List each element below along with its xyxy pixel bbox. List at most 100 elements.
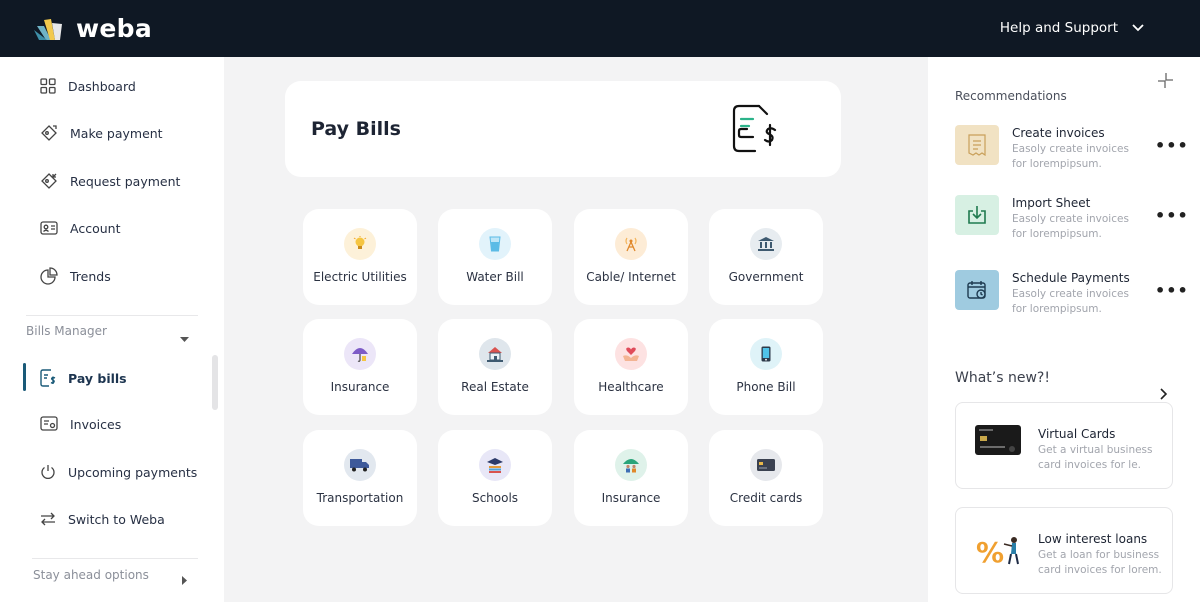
more-options-icon[interactable]: ••• <box>1155 136 1189 155</box>
brand-logo[interactable]: weba <box>34 14 152 43</box>
tile-label: Insurance <box>601 491 661 505</box>
stay-ahead-label[interactable]: Stay ahead options <box>33 568 149 582</box>
id-card-icon <box>40 220 58 236</box>
caret-right-icon[interactable] <box>182 570 188 589</box>
tile-insurance[interactable]: Insurance <box>303 319 417 415</box>
brand-name: weba <box>76 14 153 43</box>
recommendation-desc: Easoly create invoices for lorempipsum. <box>1012 213 1129 240</box>
percent-illustration: % <box>976 534 1024 570</box>
sidebar-item-label: Pay bills <box>68 370 127 386</box>
sidebar-item-trends[interactable]: Trends <box>40 267 111 285</box>
payment-tag-icon <box>40 124 58 142</box>
caret-down-icon[interactable] <box>180 328 189 347</box>
promo-virtual-cards[interactable]: Virtual Cards Get a virtual business car… <box>955 402 1173 489</box>
recommendation-desc: Easoly create invoices for lorempipsum. <box>1012 288 1129 315</box>
sidebar-item-invoices[interactable]: Invoices <box>40 416 121 432</box>
tile-cable-internet[interactable]: Cable/ Internet <box>574 209 688 305</box>
sidebar-item-upcoming-payments[interactable]: Upcoming payments <box>40 464 197 480</box>
bulb-icon <box>344 228 376 260</box>
calendar-clock-icon <box>955 270 999 310</box>
sidebar-item-account[interactable]: Account <box>40 220 120 236</box>
pie-chart-icon <box>40 267 58 285</box>
tile-electric-utilities[interactable]: Electric Utilities <box>303 209 417 305</box>
promo-desc: Get a virtual business card invoices for… <box>1038 444 1153 471</box>
sidebar-item-label: Request payment <box>70 173 181 189</box>
sidebar-item-switch-to-weba[interactable]: Switch to Weba <box>40 511 165 527</box>
power-icon <box>40 464 56 480</box>
top-bar: weba Help and Support <box>0 0 1200 57</box>
tile-real-estate[interactable]: Real Estate <box>438 319 552 415</box>
sidebar-scrollbar[interactable] <box>212 355 218 410</box>
tile-schools[interactable]: Schools <box>438 430 552 526</box>
active-indicator <box>23 363 26 391</box>
request-tag-icon <box>40 172 58 190</box>
sidebar-item-label: Invoices <box>70 416 122 432</box>
tile-government[interactable]: Government <box>709 209 823 305</box>
bills-manager-section-label: Bills Manager <box>26 324 107 338</box>
umbrella-icon <box>344 338 376 370</box>
page-title: Pay Bills <box>311 118 401 140</box>
sidebar: Dashboard Make payment Request payment A… <box>0 57 224 602</box>
water-glass-icon <box>479 228 511 260</box>
sidebar-item-label: Account <box>70 220 121 236</box>
recommendations-title: Recommendations <box>955 89 1067 103</box>
sidebar-item-dashboard[interactable]: Dashboard <box>40 78 136 94</box>
recommendation-desc: Easoly create invoices for lorempipsum. <box>1012 143 1129 170</box>
chevron-down-icon <box>1132 20 1144 36</box>
sidebar-item-label: Trends <box>70 268 111 284</box>
government-building-icon <box>750 228 782 260</box>
tile-credit-cards[interactable]: Credit cards <box>709 430 823 526</box>
tile-label: Healthcare <box>598 380 664 394</box>
recommendation-import-sheet[interactable]: Import Sheet Easoly create invoices for … <box>955 195 1188 240</box>
tile-label: Transportation <box>316 491 404 505</box>
tile-healthcare[interactable]: Healthcare <box>574 319 688 415</box>
sidebar-divider <box>26 315 198 316</box>
svg-text:%: % <box>976 536 1004 566</box>
tile-label: Schools <box>471 491 519 505</box>
pay-bills-header-card: Pay Bills <box>285 81 841 177</box>
virtual-card-image <box>975 425 1021 459</box>
tile-label: Credit cards <box>729 491 803 505</box>
tile-label: Electric Utilities <box>313 270 407 284</box>
recommendation-title: Schedule Payments <box>1012 271 1130 285</box>
tile-phone-bill[interactable]: Phone Bill <box>709 319 823 415</box>
promo-desc: Get a loan for business card invoices fo… <box>1038 549 1162 576</box>
promo-low-interest-loans[interactable]: % Low interest loans Get a loan for busi… <box>955 507 1173 594</box>
tile-transportation[interactable]: Transportation <box>303 430 417 526</box>
recommendation-create-invoices[interactable]: Create invoices Easoly create invoices f… <box>955 125 1188 170</box>
logo-icon <box>34 16 64 42</box>
sidebar-item-request-payment[interactable]: Request payment <box>40 172 180 190</box>
credit-card-icon <box>750 449 782 481</box>
dashboard-icon <box>40 78 56 94</box>
tile-label: Cable/ Internet <box>586 270 676 284</box>
promo-title: Virtual Cards <box>1038 427 1116 441</box>
tile-label: Government <box>728 270 804 284</box>
house-icon <box>479 338 511 370</box>
right-panel: Recommendations Create invoices Easoly c… <box>928 57 1200 602</box>
tile-insurance-family[interactable]: Insurance <box>574 430 688 526</box>
download-icon <box>955 195 999 235</box>
collapse-icon[interactable] <box>1157 72 1174 93</box>
swap-arrows-icon <box>40 511 56 527</box>
family-umbrella-icon <box>615 449 647 481</box>
sidebar-divider <box>32 558 198 559</box>
phone-icon <box>750 338 782 370</box>
tile-label: Insurance <box>330 380 390 394</box>
help-support-menu[interactable]: Help and Support <box>1000 20 1144 36</box>
help-support-label: Help and Support <box>999 20 1118 36</box>
sidebar-item-pay-bills[interactable]: Pay bills <box>40 369 127 387</box>
tile-label: Phone Bill <box>736 380 796 394</box>
sidebar-item-make-payment[interactable]: Make payment <box>40 124 163 142</box>
tile-water-bill[interactable]: Water Bill <box>438 209 552 305</box>
promo-title: Low interest loans <box>1038 532 1148 546</box>
sidebar-item-label: Switch to Weba <box>68 511 165 527</box>
more-options-icon[interactable]: ••• <box>1155 206 1189 225</box>
sidebar-item-label: Make payment <box>70 125 163 141</box>
sidebar-item-label: Upcoming payments <box>68 464 198 480</box>
heart-hands-icon <box>615 338 647 370</box>
more-options-icon[interactable]: ••• <box>1155 281 1189 300</box>
recommendation-schedule-payments[interactable]: Schedule Payments Easoly create invoices… <box>955 270 1188 315</box>
recommendation-title: Import Sheet <box>1012 196 1091 210</box>
bill-dollar-icon <box>40 369 56 387</box>
graduation-cap-icon <box>479 449 511 481</box>
